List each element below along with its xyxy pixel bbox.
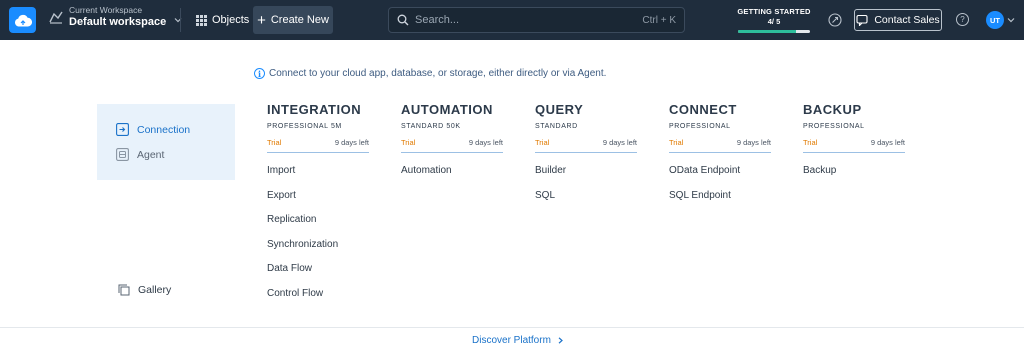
menu-item-backup[interactable]: Backup xyxy=(803,165,905,190)
menu-item-export[interactable]: Export xyxy=(267,190,369,215)
product-status: Trial 9 days left xyxy=(535,138,637,153)
divider xyxy=(180,8,181,32)
top-bar: Current Workspace Default workspace Obje… xyxy=(0,0,1024,40)
getting-started-title: GETTING STARTED xyxy=(737,7,811,16)
menu-item-data-flow[interactable]: Data Flow xyxy=(267,263,369,288)
search-shortcut: Ctrl + K xyxy=(642,14,676,26)
product-title: CONNECT xyxy=(669,102,737,117)
product-plan: PROFESSIONAL xyxy=(669,123,731,130)
product-column-automation: AUTOMATION STANDARD 50K Trial 9 days lef… xyxy=(401,102,503,190)
product-title: BACKUP xyxy=(803,102,862,117)
sidebar-item-connection[interactable]: Connection xyxy=(116,123,190,136)
days-left: 9 days left xyxy=(602,138,637,147)
trial-badge: Trial xyxy=(669,138,684,147)
trial-badge: Trial xyxy=(401,138,416,147)
progress-fill xyxy=(738,30,796,33)
contact-sales-label: Contact Sales xyxy=(874,14,940,26)
product-status: Trial 9 days left xyxy=(401,138,503,153)
chevron-down-icon xyxy=(174,17,182,23)
search-input[interactable] xyxy=(415,14,643,26)
info-icon: i xyxy=(254,68,265,79)
objects-button[interactable]: Objects xyxy=(192,6,253,34)
product-status: Trial 9 days left xyxy=(267,138,369,153)
plus-icon: + xyxy=(257,11,266,29)
product-plan: STANDARD xyxy=(535,123,578,130)
product-plan: PROFESSIONAL 5M xyxy=(267,123,342,130)
gallery-label: Gallery xyxy=(138,284,172,296)
connection-icon xyxy=(116,123,129,136)
progress-bar xyxy=(738,30,810,33)
chevron-down-icon[interactable] xyxy=(1007,16,1015,24)
days-left: 9 days left xyxy=(468,138,503,147)
workspace-icon xyxy=(49,11,63,24)
sidebar-panel: Connection Agent xyxy=(97,104,235,180)
product-column-integration: INTEGRATION PROFESSIONAL 5M Trial 9 days… xyxy=(267,102,369,313)
product-title: INTEGRATION xyxy=(267,102,362,117)
agent-icon xyxy=(116,148,129,161)
menu-item-sql-endpoint[interactable]: SQL Endpoint xyxy=(669,190,771,215)
days-left: 9 days left xyxy=(334,138,369,147)
menu-item-control-flow[interactable]: Control Flow xyxy=(267,288,369,313)
product-status: Trial 9 days left xyxy=(669,138,771,153)
discover-platform-label: Discover Platform xyxy=(472,335,551,346)
menu-item-import[interactable]: Import xyxy=(267,165,369,190)
menu-item-replication[interactable]: Replication xyxy=(267,214,369,239)
menu-item-builder[interactable]: Builder xyxy=(535,165,637,190)
sidebar-item-label: Agent xyxy=(137,148,165,161)
menu-item-synchronization[interactable]: Synchronization xyxy=(267,239,369,264)
search-box[interactable]: Ctrl + K xyxy=(388,7,685,33)
product-column-connect: CONNECT PROFESSIONAL Trial 9 days left O… xyxy=(669,102,771,214)
grid-icon xyxy=(196,14,207,26)
sidebar-item-agent[interactable]: Agent xyxy=(116,148,164,161)
workspace-switcher[interactable]: Current Workspace Default workspace xyxy=(48,6,182,28)
rocket-icon[interactable] xyxy=(828,13,842,27)
getting-started-progress[interactable]: GETTING STARTED 4/ 5 xyxy=(736,7,812,33)
days-left: 9 days left xyxy=(736,138,771,147)
menu-item-automation[interactable]: Automation xyxy=(401,165,503,190)
contact-sales-button[interactable]: Contact Sales xyxy=(854,9,942,31)
gallery-icon xyxy=(118,284,130,296)
product-status: Trial 9 days left xyxy=(803,138,905,153)
divider xyxy=(0,327,1024,328)
sidebar-item-label: Connection xyxy=(137,123,191,136)
chevron-right-icon xyxy=(558,337,563,344)
trial-badge: Trial xyxy=(803,138,818,147)
getting-started-count: 4/ 5 xyxy=(767,17,781,26)
trial-badge: Trial xyxy=(535,138,550,147)
create-new-label: Create New xyxy=(270,14,329,26)
menu-item-odata-endpoint[interactable]: OData Endpoint xyxy=(669,165,771,190)
gallery-link[interactable]: Gallery xyxy=(118,284,171,296)
search-icon xyxy=(397,14,409,26)
product-column-query: QUERY STANDARD Trial 9 days left Builder… xyxy=(535,102,637,214)
product-plan: STANDARD 50K xyxy=(401,123,461,130)
info-message: i Connect to your cloud app, database, o… xyxy=(254,68,606,79)
workspace-name: Default workspace xyxy=(69,15,167,28)
discover-platform-link[interactable]: Discover Platform xyxy=(472,335,564,346)
info-text: Connect to your cloud app, database, or … xyxy=(269,68,607,79)
product-title: QUERY xyxy=(535,102,584,117)
product-title: AUTOMATION xyxy=(401,102,493,117)
avatar[interactable]: UT xyxy=(986,11,1004,29)
trial-badge: Trial xyxy=(267,138,282,147)
chat-icon xyxy=(856,14,868,26)
help-icon[interactable]: ? xyxy=(956,13,969,26)
create-new-button[interactable]: + Create New xyxy=(253,6,333,34)
cloud-logo-icon[interactable] xyxy=(9,7,36,33)
days-left: 9 days left xyxy=(870,138,905,147)
workspace-label: Current Workspace xyxy=(69,5,143,15)
menu-item-sql[interactable]: SQL xyxy=(535,190,637,215)
product-plan: PROFESSIONAL xyxy=(803,123,865,130)
objects-label: Objects xyxy=(212,14,250,26)
product-column-backup: BACKUP PROFESSIONAL Trial 9 days left Ba… xyxy=(803,102,905,190)
